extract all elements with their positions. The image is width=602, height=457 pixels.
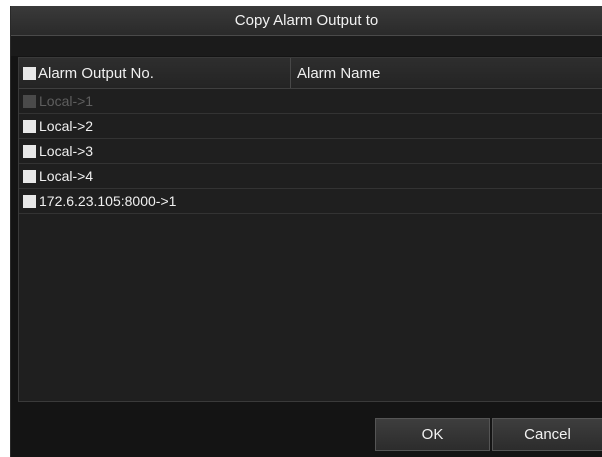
table-header: Alarm Output No. Alarm Name bbox=[19, 58, 602, 89]
dialog-footer: OK Cancel bbox=[11, 404, 602, 457]
alarm-output-label: Local->3 bbox=[39, 143, 94, 159]
table-row[interactable]: 172.6.23.105:8000->1 bbox=[19, 189, 602, 214]
row-checkbox[interactable] bbox=[23, 169, 36, 183]
toolbar-strip bbox=[11, 36, 602, 56]
cancel-button[interactable]: Cancel bbox=[492, 418, 602, 451]
column-header-label: Alarm Name bbox=[297, 64, 381, 82]
table-row: Local->1 bbox=[19, 89, 602, 114]
alarm-output-table: Alarm Output No. Alarm Name Local->1 Loc… bbox=[18, 57, 602, 402]
dialog-title-text: Copy Alarm Output to bbox=[234, 12, 379, 29]
row-checkbox[interactable] bbox=[23, 144, 36, 158]
copy-alarm-output-dialog: Copy Alarm Output to Alarm Output No. Al… bbox=[10, 6, 602, 457]
select-all-checkbox[interactable] bbox=[23, 66, 36, 80]
ok-button[interactable]: OK bbox=[375, 418, 490, 451]
alarm-output-label: Local->1 bbox=[39, 93, 94, 109]
column-header-alarm-name: Alarm Name bbox=[291, 58, 602, 88]
alarm-output-label: 172.6.23.105:8000->1 bbox=[39, 193, 177, 209]
row-checkbox[interactable] bbox=[23, 194, 36, 208]
alarm-output-label: Local->4 bbox=[39, 168, 94, 184]
table-row[interactable]: Local->3 bbox=[19, 139, 602, 164]
row-checkbox[interactable] bbox=[23, 119, 36, 133]
table-row[interactable]: Local->2 bbox=[19, 114, 602, 139]
column-header-alarm-output-no: Alarm Output No. bbox=[19, 58, 291, 88]
dialog-title: Copy Alarm Output to bbox=[11, 6, 602, 36]
row-checkbox bbox=[23, 94, 36, 108]
alarm-output-label: Local->2 bbox=[39, 118, 94, 134]
table-row[interactable]: Local->4 bbox=[19, 164, 602, 189]
column-header-label: Alarm Output No. bbox=[38, 64, 154, 82]
